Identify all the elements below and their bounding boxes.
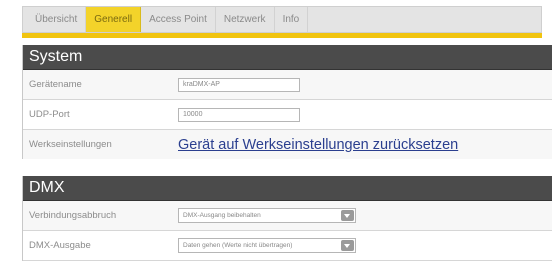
dmx-output-select[interactable]: Daten gehen (Werte nicht übertragen) bbox=[178, 238, 356, 253]
dmx-output-row: DMX-Ausgabe Daten gehen (Werte nicht übe… bbox=[23, 231, 552, 261]
system-section: System Gerätename kraDMX-AP UDP-Port 100… bbox=[22, 45, 552, 159]
connection-loss-row: Verbindungsabbruch DMX-Ausgang beibehalt… bbox=[23, 201, 552, 231]
chevron-down-icon bbox=[341, 210, 354, 221]
device-name-input[interactable]: kraDMX-AP bbox=[178, 77, 300, 92]
active-tab-accent-bar bbox=[22, 33, 542, 38]
tab-info[interactable]: Info bbox=[275, 7, 309, 32]
device-name-label: Gerätename bbox=[29, 79, 82, 90]
connection-loss-select[interactable]: DMX-Ausgang beibehalten bbox=[178, 208, 356, 223]
udp-port-input[interactable]: 10000 bbox=[178, 107, 300, 122]
device-name-row: Gerätename kraDMX-AP bbox=[23, 70, 552, 100]
tab-network[interactable]: Netzwerk bbox=[216, 7, 275, 32]
factory-reset-row: Werkseinstellungen Gerät auf Werkseinste… bbox=[23, 130, 552, 159]
dmx-section: DMX Verbindungsabbruch DMX-Ausgang beibe… bbox=[22, 176, 552, 261]
factory-reset-link[interactable]: Gerät auf Werkseinstellungen zurücksetze… bbox=[178, 137, 458, 153]
tab-general[interactable]: Generell bbox=[86, 7, 142, 32]
dmx-output-value: Daten gehen (Werte nicht übertragen) bbox=[183, 242, 293, 249]
factory-settings-label: Werkseinstellungen bbox=[29, 139, 112, 150]
tab-overview[interactable]: Übersicht bbox=[27, 7, 87, 32]
dmx-section-title: DMX bbox=[23, 176, 552, 201]
dmx-output-label: DMX-Ausgabe bbox=[29, 240, 91, 251]
connection-loss-label: Verbindungsabbruch bbox=[29, 210, 117, 221]
system-section-title: System bbox=[23, 45, 552, 70]
udp-port-label: UDP-Port bbox=[29, 109, 70, 120]
main-tab-bar: Übersicht Generell Access Point Netzwerk… bbox=[22, 6, 542, 33]
udp-port-row: UDP-Port 10000 bbox=[23, 100, 552, 130]
chevron-down-icon bbox=[341, 240, 354, 251]
connection-loss-value: DMX-Ausgang beibehalten bbox=[183, 212, 261, 219]
tab-access-point[interactable]: Access Point bbox=[141, 7, 216, 32]
